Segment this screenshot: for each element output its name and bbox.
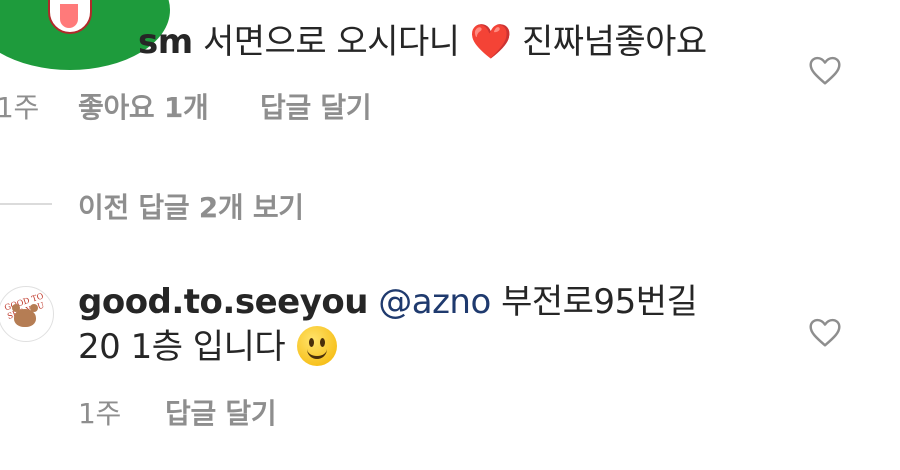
comment-2-body: good.to.seeyou @azno 부전로95번길 20 1층 입니다: [78, 282, 778, 367]
bear-logo-icon: [12, 304, 38, 327]
comment-2-text-line2: 20 1층 입니다: [78, 327, 286, 367]
smiley-emoji-icon: [297, 326, 338, 366]
comment-1-username[interactable]: sm: [138, 22, 193, 62]
comment-2-text-line1: 부전로95번길: [501, 282, 698, 322]
comment-2-mention[interactable]: @azno: [378, 282, 491, 322]
avatar-mouth-graphic: [48, 0, 92, 34]
replies-divider: [0, 203, 52, 205]
heart-outline-icon[interactable]: [808, 318, 842, 348]
red-heart-emoji-icon: ❤️: [469, 22, 512, 62]
comment-1-text-after: 진짜넘좋아요: [522, 22, 707, 62]
comment-1-body: sm 서면으로 오시다니 ❤️ 진짜넘좋아요: [138, 22, 707, 62]
comment-1-reply-button[interactable]: 답글 달기: [260, 86, 372, 126]
comment-2-reply-button[interactable]: 답글 달기: [165, 392, 277, 432]
comment-1-likes[interactable]: 좋아요 1개: [78, 86, 209, 126]
view-previous-replies[interactable]: 이전 답글 2개 보기: [78, 186, 304, 226]
comment-2-time: 1주: [78, 397, 121, 430]
comment-2-username[interactable]: good.to.seeyou: [78, 282, 368, 322]
heart-outline-icon[interactable]: [808, 56, 842, 86]
comment-1-text: 서면으로 오시다니: [202, 22, 460, 62]
comment-1-time: 1주: [0, 91, 39, 124]
commenter-avatar-2[interactable]: GOOD TO SEE YOU: [0, 286, 54, 342]
